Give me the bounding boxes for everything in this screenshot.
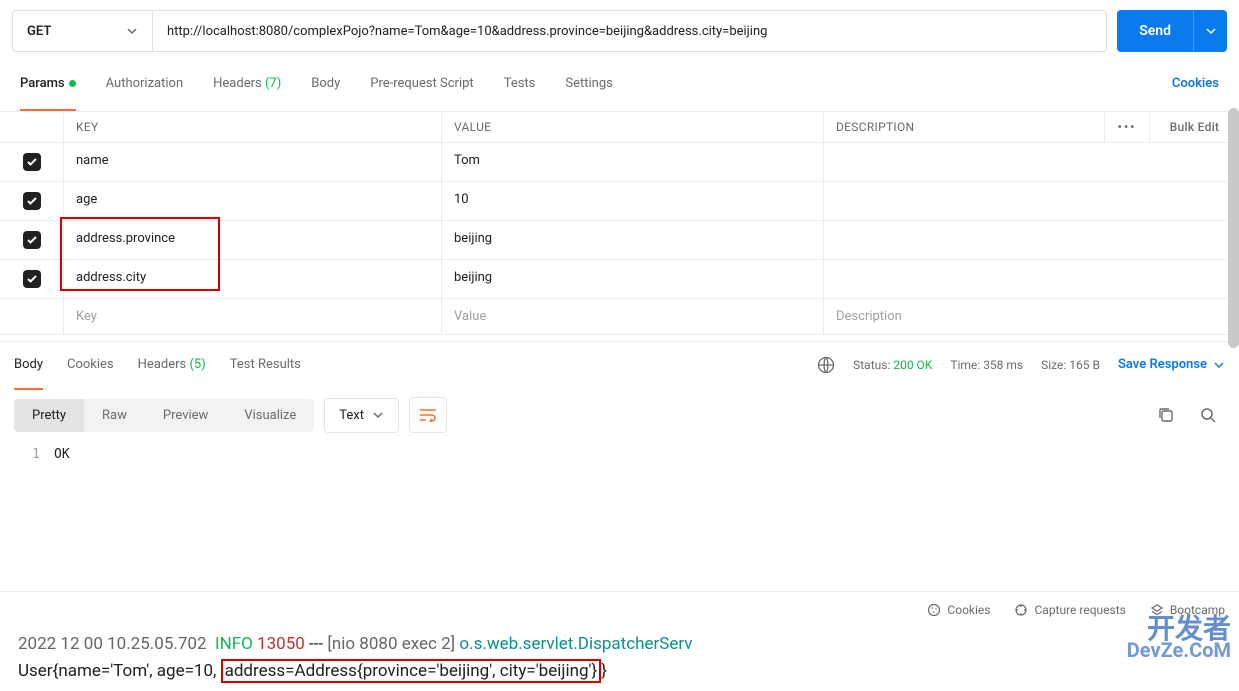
rtab-body[interactable]: Body [14, 351, 43, 378]
param-key-placeholder[interactable]: Key [63, 299, 441, 334]
param-desc[interactable] [823, 221, 1239, 259]
chevron-down-icon [126, 25, 138, 37]
send-dropdown[interactable] [1193, 10, 1227, 52]
console-output: 2022 12 00 10.25.05.702 INFO 13050 --- [… [0, 627, 1239, 691]
row-checkbox[interactable] [23, 231, 41, 249]
line-number: 1 [14, 447, 54, 462]
status-bar: Cookies Capture requests Bootcamp [0, 591, 1239, 627]
row-checkbox[interactable] [23, 153, 41, 171]
time-block: Time: 358 ms [950, 358, 1023, 372]
request-tabs: Params Authorization Headers (7) Body Pr… [0, 70, 1239, 97]
request-bar: GET Send [0, 0, 1239, 52]
tab-headers[interactable]: Headers (7) [213, 70, 281, 97]
vtab-pretty[interactable]: Pretty [14, 399, 84, 432]
param-key[interactable]: address.province [63, 221, 441, 259]
response-body: 1 OK [0, 443, 1239, 462]
param-desc[interactable] [823, 143, 1239, 181]
rtab-cookies[interactable]: Cookies [67, 351, 114, 378]
param-value[interactable]: beijing [441, 221, 823, 259]
param-row: address.province beijing [0, 221, 1239, 260]
vtab-preview[interactable]: Preview [145, 399, 226, 432]
tab-prerequest[interactable]: Pre-request Script [370, 70, 473, 97]
params-table: KEY VALUE DESCRIPTION ••• Bulk Edit name… [0, 111, 1239, 335]
param-value[interactable]: 10 [441, 182, 823, 220]
vtab-visualize[interactable]: Visualize [226, 399, 314, 432]
search-icon[interactable] [1191, 398, 1225, 432]
param-row: address.city beijing [0, 260, 1239, 299]
param-value-placeholder[interactable]: Value [441, 299, 823, 334]
status-block: Status: 200 OK [853, 358, 932, 372]
vtab-raw[interactable]: Raw [84, 399, 145, 432]
response-tabs: Body Cookies Headers (5) Test Results St… [0, 341, 1239, 387]
url-input[interactable] [152, 10, 1107, 52]
view-row: Pretty Raw Preview Visualize Text [0, 387, 1239, 443]
param-key[interactable]: name [63, 143, 441, 181]
param-value[interactable]: beijing [441, 260, 823, 298]
col-header-desc: DESCRIPTION [823, 112, 1104, 142]
view-mode-tabs: Pretty Raw Preview Visualize [14, 399, 314, 432]
status-capture[interactable]: Capture requests [1014, 603, 1125, 617]
tab-params[interactable]: Params [20, 70, 76, 97]
tab-settings[interactable]: Settings [565, 70, 612, 97]
size-block: Size: 165 B [1041, 358, 1100, 372]
status-cookies[interactable]: Cookies [927, 603, 990, 617]
bulk-edit-link[interactable]: Bulk Edit [1149, 112, 1239, 142]
param-desc[interactable] [823, 260, 1239, 298]
row-checkbox[interactable] [23, 270, 41, 288]
globe-icon[interactable] [817, 356, 835, 374]
annotation-highlight: address=Address{province='beijing', city… [221, 659, 602, 683]
save-response-button[interactable]: Save Response [1118, 357, 1225, 372]
param-key[interactable]: address.city [63, 260, 441, 298]
send-button-group: Send [1117, 10, 1227, 52]
param-row: name Tom [0, 143, 1239, 182]
param-desc[interactable] [823, 182, 1239, 220]
tab-authorization[interactable]: Authorization [106, 70, 184, 97]
param-row-empty: Key Value Description [0, 299, 1239, 335]
copy-icon[interactable] [1149, 398, 1183, 432]
param-value[interactable]: Tom [441, 143, 823, 181]
format-select[interactable]: Text [324, 398, 399, 433]
more-options-icon[interactable]: ••• [1104, 112, 1149, 142]
cookies-link[interactable]: Cookies [1172, 70, 1219, 97]
tab-body[interactable]: Body [311, 70, 340, 97]
param-desc-placeholder[interactable]: Description [823, 299, 1239, 334]
col-header-key: KEY [63, 112, 441, 142]
param-row: age 10 [0, 182, 1239, 221]
params-header-row: KEY VALUE DESCRIPTION ••• Bulk Edit [0, 111, 1239, 143]
send-button[interactable]: Send [1117, 23, 1193, 39]
status-bootcamp[interactable]: Bootcamp [1150, 603, 1225, 617]
http-method-select[interactable]: GET [12, 10, 152, 52]
rtab-headers[interactable]: Headers (5) [138, 351, 206, 378]
col-header-value: VALUE [441, 112, 823, 142]
row-checkbox[interactable] [23, 192, 41, 210]
http-method-value: GET [27, 24, 51, 39]
response-text[interactable]: OK [54, 447, 70, 462]
tab-tests[interactable]: Tests [504, 70, 536, 97]
rtab-test-results[interactable]: Test Results [230, 351, 301, 378]
scrollbar[interactable] [1228, 108, 1239, 348]
param-key[interactable]: age [63, 182, 441, 220]
wrap-lines-button[interactable] [409, 397, 447, 433]
params-changed-dot-icon [69, 80, 76, 87]
